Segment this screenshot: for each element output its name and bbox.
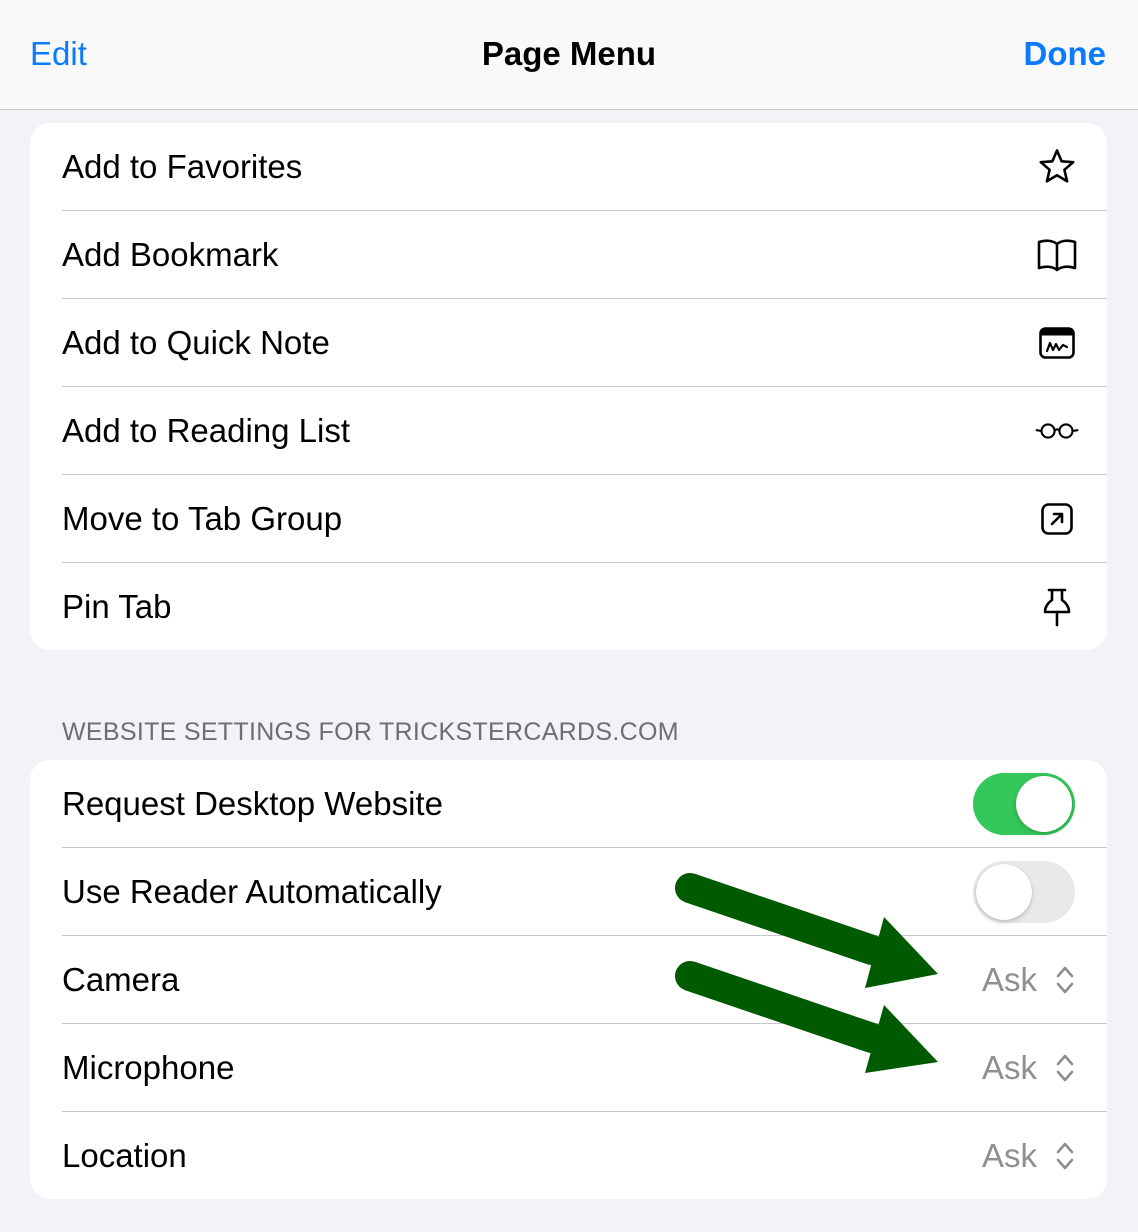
move-to-tab-group-item[interactable]: Move to Tab Group [30, 475, 1107, 563]
navigation-bar: Edit Page Menu Done [0, 0, 1138, 110]
pin-tab-label: Pin Tab [62, 588, 172, 625]
add-to-quick-note-label: Add to Quick Note [62, 324, 330, 361]
use-reader-automatically-toggle[interactable] [973, 861, 1075, 923]
website-settings-header: WEBSITE SETTINGS FOR TRICKSTERCARDS.COM [62, 718, 679, 746]
pin-icon [1035, 585, 1079, 629]
camera-permission-select[interactable]: Ask [982, 956, 1075, 1004]
add-to-reading-list-label: Add to Reading List [62, 412, 351, 449]
book-icon [1035, 233, 1079, 277]
add-to-favorites-item[interactable]: Add to Favorites [30, 123, 1107, 211]
add-to-favorites-label: Add to Favorites [62, 148, 303, 185]
camera-permission-value: Ask [981, 961, 1037, 998]
glasses-icon [1035, 409, 1079, 453]
request-desktop-website-label: Request Desktop Website [62, 785, 443, 822]
move-arrow-icon [1035, 497, 1079, 541]
move-to-tab-group-label: Move to Tab Group [62, 500, 343, 537]
use-reader-automatically-label: Use Reader Automatically [62, 873, 442, 910]
star-icon [1035, 145, 1079, 189]
add-to-reading-list-item[interactable]: Add to Reading List [30, 387, 1107, 475]
request-desktop-website-row: Request Desktop Website [30, 760, 1107, 848]
toggle-knob [976, 864, 1032, 920]
website-settings-group: Request Desktop Website Use Reader Autom… [30, 760, 1107, 1199]
done-button[interactable]: Done [1024, 34, 1107, 74]
add-bookmark-item[interactable]: Add Bookmark [30, 211, 1107, 299]
camera-row[interactable]: Camera Ask [30, 936, 1107, 1024]
chevron-up-down-icon [1056, 1142, 1074, 1170]
microphone-permission-value: Ask [981, 1049, 1037, 1086]
location-permission-select[interactable]: Ask [982, 1132, 1075, 1180]
page-title: Page Menu [481, 35, 657, 72]
use-reader-automatically-row: Use Reader Automatically [30, 848, 1107, 936]
location-permission-value: Ask [981, 1137, 1037, 1174]
location-label: Location [62, 1137, 187, 1174]
page-actions-group: Add to Favorites Add Bookmark Add to Qui… [30, 123, 1107, 650]
microphone-label: Microphone [62, 1049, 235, 1086]
quick-note-icon [1035, 321, 1079, 365]
microphone-row[interactable]: Microphone Ask [30, 1024, 1107, 1112]
chevron-up-down-icon [1056, 966, 1074, 994]
request-desktop-website-toggle[interactable] [973, 773, 1075, 835]
add-bookmark-label: Add Bookmark [62, 236, 279, 273]
chevron-up-down-icon [1056, 1054, 1074, 1082]
pin-tab-item[interactable]: Pin Tab [30, 563, 1107, 650]
toggle-knob [1016, 776, 1072, 832]
microphone-permission-select[interactable]: Ask [982, 1044, 1075, 1092]
camera-label: Camera [62, 961, 180, 998]
add-to-quick-note-item[interactable]: Add to Quick Note [30, 299, 1107, 387]
location-row[interactable]: Location Ask [30, 1112, 1107, 1199]
